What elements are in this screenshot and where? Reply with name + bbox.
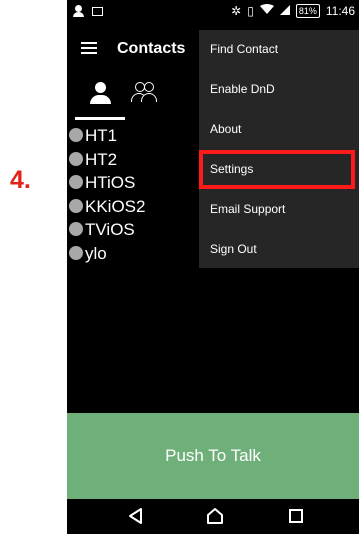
settings-highlight-box [199, 150, 355, 189]
menu-item-label: Enable DnD [210, 82, 275, 96]
presence-dot-icon [69, 151, 83, 166]
contact-name: HT1 [85, 126, 118, 145]
clock: 11:46 [325, 4, 355, 18]
page-title: Contacts [117, 40, 186, 57]
menu-item-label: Email Support [210, 202, 286, 216]
menu-item-find-contact[interactable]: Find Contact [199, 30, 359, 70]
signal-icon [279, 4, 290, 18]
presence-dot-icon [69, 175, 83, 189]
overflow-menu: Find Contact Enable DnD About Settings E… [199, 30, 359, 268]
back-button[interactable] [112, 499, 162, 534]
back-icon [129, 508, 142, 524]
presence-dot-icon [69, 198, 83, 213]
battery-icon: 81% [295, 4, 320, 18]
menu-item-email-support[interactable]: Email Support [199, 190, 359, 230]
presence-dot-icon [69, 222, 83, 236]
person-icon [89, 82, 111, 106]
menu-item-label: Sign Out [210, 242, 257, 256]
vibrate-icon: ▯ [247, 4, 254, 18]
home-icon [207, 508, 223, 524]
menu-item-label: About [210, 122, 242, 136]
tab-selected-indicator [75, 117, 125, 120]
contact-name: KKiOS2 [85, 196, 146, 216]
recent-apps-icon [289, 509, 303, 523]
presence-dot-icon [69, 128, 83, 142]
image-icon [92, 7, 103, 16]
recent-apps-button[interactable] [272, 499, 322, 534]
phone-screen: ✲ ▯ 81% 11:46 Contacts HT1 HT2 HTiOS KKi… [67, 0, 359, 534]
navigation-bar [67, 499, 359, 534]
contact-name: HTiOS [85, 173, 136, 192]
status-bar: ✲ ▯ 81% 11:46 [67, 0, 359, 26]
bluetooth-icon: ✲ [231, 4, 242, 18]
tab-groups[interactable] [121, 74, 171, 120]
push-to-talk-label: Push To Talk [165, 446, 261, 465]
menu-item-about[interactable]: About [199, 110, 359, 150]
group-icon [131, 82, 159, 106]
step-annotation: 4. [10, 166, 31, 194]
contact-name: TViOS [85, 220, 135, 239]
contact-name: HT2 [85, 149, 118, 169]
menu-item-label: Find Contact [210, 42, 279, 56]
home-button[interactable] [191, 499, 241, 534]
push-to-talk-button[interactable]: Push To Talk [67, 413, 359, 499]
menu-item-enable-dnd[interactable]: Enable DnD [199, 70, 359, 110]
menu-item-sign-out[interactable]: Sign Out [199, 230, 359, 270]
wifi-icon [259, 4, 274, 18]
presence-dot-icon [69, 245, 83, 260]
person-icon [72, 5, 85, 18]
hamburger-icon[interactable] [81, 42, 97, 55]
tab-contacts[interactable] [75, 74, 125, 120]
contact-name: ylo [85, 243, 107, 263]
